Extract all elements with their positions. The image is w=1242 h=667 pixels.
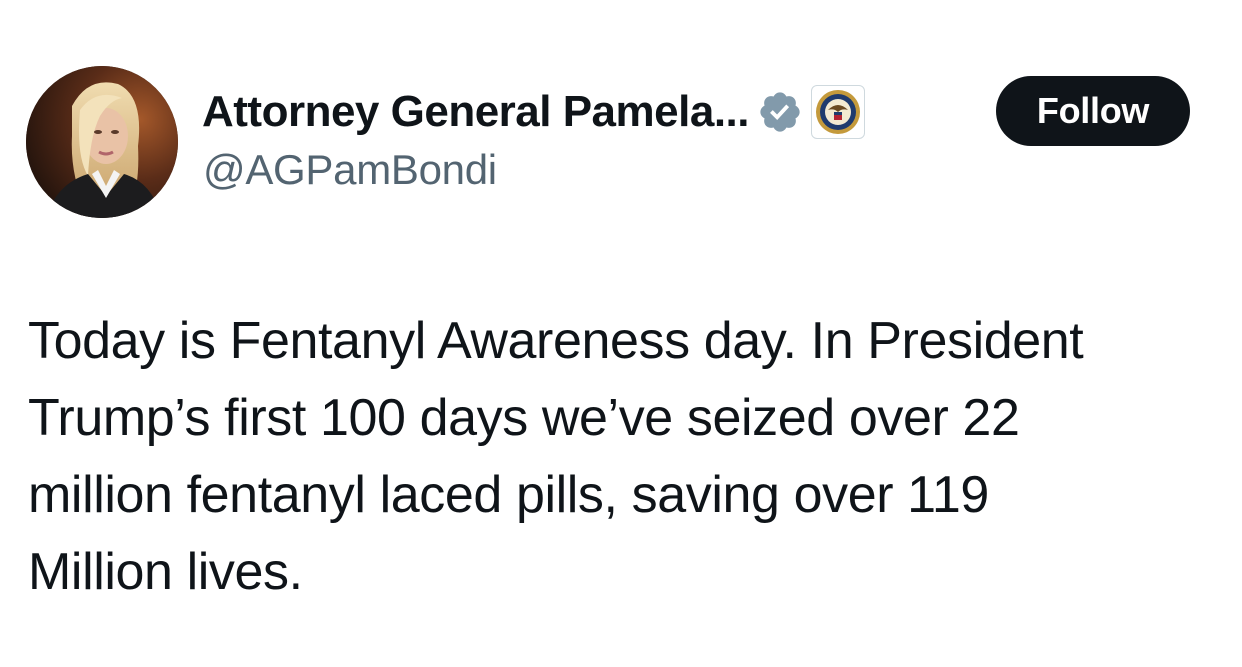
tweet-text-line: Trump’s first 100 days we’ve seized over… bbox=[28, 389, 1020, 447]
department-of-justice-seal-icon[interactable] bbox=[811, 85, 865, 139]
tweet-text-line: million fentanyl laced pills, saving ove… bbox=[28, 466, 989, 524]
author-avatar[interactable] bbox=[26, 66, 178, 218]
avatar-photo bbox=[26, 66, 178, 218]
tweet-text-line: Today is Fentanyl Awareness day. In Pres… bbox=[28, 312, 1084, 370]
tweet-card: Attorney General Pamela... @AGPamBondi F… bbox=[0, 0, 1242, 667]
verified-badge-icon[interactable] bbox=[757, 89, 803, 135]
tweet-text-line: Million lives. bbox=[28, 543, 303, 601]
author-name-row: Attorney General Pamela... bbox=[202, 84, 865, 140]
follow-button[interactable]: Follow bbox=[996, 76, 1190, 146]
tweet-text: Today is Fentanyl Awareness day. In Pres… bbox=[28, 303, 1218, 611]
author-handle[interactable]: @AGPamBondi bbox=[203, 146, 497, 194]
author-display-name[interactable]: Attorney General Pamela... bbox=[202, 87, 750, 137]
